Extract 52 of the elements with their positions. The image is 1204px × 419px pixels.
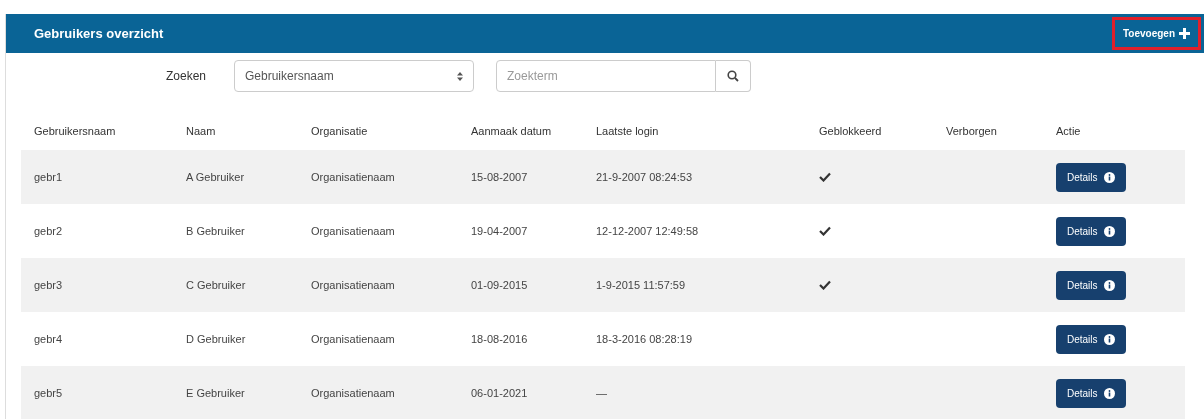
search-field[interactable]: Zoekterm xyxy=(496,60,716,92)
details-button[interactable]: Details xyxy=(1056,216,1126,246)
table-cell: Organisatienaam xyxy=(311,170,395,183)
column-header: Organisatie xyxy=(311,125,368,137)
info-icon xyxy=(1103,171,1115,183)
table-cell: 18-08-2016 xyxy=(471,332,528,345)
table-cell: gebr1 xyxy=(34,170,63,183)
details-button[interactable]: Details xyxy=(1056,162,1126,192)
table-cell: gebr4 xyxy=(34,332,63,345)
column-header: Laatste login xyxy=(596,125,659,137)
search-icon xyxy=(727,70,739,82)
table-cell: 1-9-2015 11:57:59 xyxy=(596,278,686,291)
column-header: Naam xyxy=(186,125,216,137)
sort-caret-icon xyxy=(457,71,463,81)
details-button[interactable]: Details xyxy=(1056,270,1126,300)
table-cell: 06-01-2021 xyxy=(471,386,528,399)
column-header: Verborgen xyxy=(946,125,997,137)
info-icon xyxy=(1103,279,1115,291)
details-button[interactable]: Details xyxy=(1056,324,1126,354)
table-cell: Organisatienaam xyxy=(311,224,395,237)
table-cell: B Gebruiker xyxy=(186,224,245,237)
table-cell: Organisatienaam xyxy=(311,332,395,345)
search-field-select[interactable]: Gebruikersnaam xyxy=(234,60,474,92)
table-cell: D Gebruiker xyxy=(186,332,246,345)
table-cell: 12-12-2007 12:49:58 xyxy=(596,224,699,237)
table-cell: A Gebruiker xyxy=(186,170,245,183)
table-cell: E Gebruiker xyxy=(186,386,245,399)
search-label: Zoeken xyxy=(166,68,208,85)
column-header: Actie xyxy=(1056,125,1081,137)
table-cell: 01-09-2015 xyxy=(471,278,528,291)
page-title: Gebruikers overzicht xyxy=(34,24,164,43)
info-icon xyxy=(1103,225,1115,237)
search-button[interactable] xyxy=(716,60,751,92)
table-cell: gebr5 xyxy=(34,386,63,399)
column-header: Aanmaak datum xyxy=(471,125,552,137)
details-button[interactable]: Details xyxy=(1056,378,1126,408)
plus-icon xyxy=(1179,28,1190,39)
table-cell: Organisatienaam xyxy=(311,278,395,291)
table-cell: Organisatienaam xyxy=(311,386,395,399)
table-cell: — xyxy=(596,386,607,399)
column-header: Gebruikersnaam xyxy=(34,125,116,137)
table-cell: 18-3-2016 08:28:19 xyxy=(596,332,693,345)
table-cell: 15-08-2007 xyxy=(471,170,528,183)
table-cell: 21-9-2007 08:24:53 xyxy=(596,170,693,183)
table-cell: C Gebruiker xyxy=(186,278,246,291)
table-cell: 19-04-2007 xyxy=(471,224,528,237)
info-icon xyxy=(1103,387,1115,399)
info-icon xyxy=(1103,333,1115,345)
add-button[interactable]: Toevoegen xyxy=(1111,17,1201,50)
table-cell: gebr2 xyxy=(34,224,63,237)
table-cell: gebr3 xyxy=(34,278,63,291)
column-header: Geblokkeerd xyxy=(819,125,882,137)
